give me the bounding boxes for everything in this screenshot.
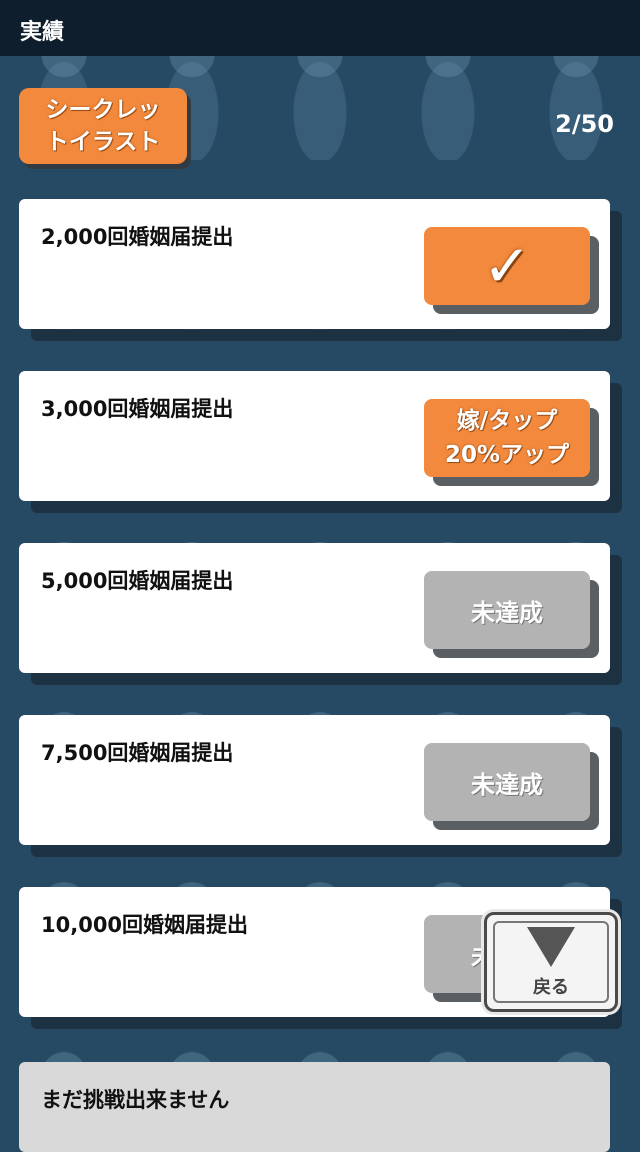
locked-label: まだ挑戦出来ません: [41, 1088, 230, 1112]
achievement-card: 5,000回婚姻届提出 未達成: [19, 543, 610, 673]
locked-achievement-card: まだ挑戦出来ません: [19, 1062, 610, 1152]
category-label-line2: トイラスト: [45, 129, 161, 155]
reward-line1: 嫁/タップ: [456, 408, 558, 434]
top-bar: 実績: [0, 0, 640, 56]
achievement-card: 2,000回婚姻届提出 ✓: [19, 199, 610, 329]
back-button-label: 戻る: [533, 977, 569, 998]
achievement-card: 3,000回婚姻届提出 嫁/タップ 20%アップ: [19, 371, 610, 501]
back-button[interactable]: 戻る: [484, 912, 618, 1012]
reward-badge[interactable]: 嫁/タップ 20%アップ: [424, 399, 590, 477]
achievement-label: 2,000回婚姻届提出: [41, 225, 234, 249]
completed-badge[interactable]: ✓: [424, 227, 590, 305]
achievement-label: 10,000回婚姻届提出: [41, 913, 249, 937]
page-title: 実績: [20, 20, 65, 45]
achievement-count: 2/50: [555, 110, 614, 138]
checkmark-icon: ✓: [482, 232, 532, 300]
category-button[interactable]: シークレッ トイラスト: [19, 88, 187, 164]
achievement-card: 7,500回婚姻届提出 未達成: [19, 715, 610, 845]
incomplete-badge: 未達成: [424, 571, 590, 649]
achievement-label: 7,500回婚姻届提出: [41, 741, 234, 765]
achievement-label: 5,000回婚姻届提出: [41, 569, 234, 593]
achievement-label: 3,000回婚姻届提出: [41, 397, 234, 421]
category-label-line1: シークレッ: [45, 97, 161, 123]
down-triangle-icon: [527, 927, 575, 967]
incomplete-badge: 未達成: [424, 743, 590, 821]
reward-line2: 20%アップ: [444, 442, 570, 468]
